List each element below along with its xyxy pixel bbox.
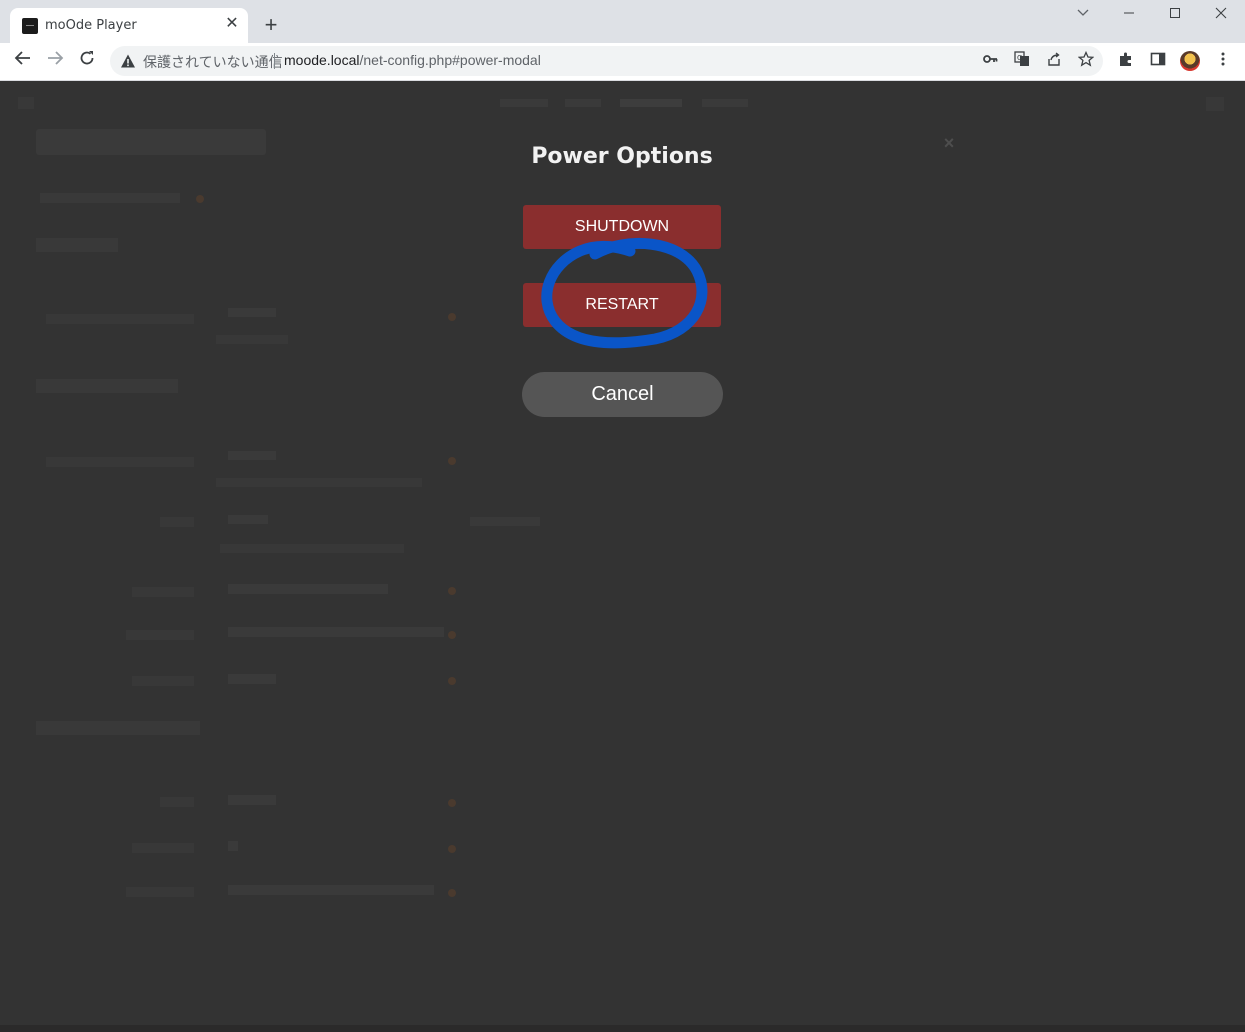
url-host: moode.local: [284, 52, 360, 68]
background-field-value: [228, 795, 276, 805]
background-status-dot: [196, 195, 204, 203]
background-field-value: [228, 841, 238, 851]
background-field-label: [46, 314, 194, 324]
background-menu-icon: [18, 97, 34, 109]
share-icon[interactable]: [1044, 51, 1064, 71]
security-status-label[interactable]: 保護されていない通信: [143, 52, 283, 72]
background-field-hint: [220, 544, 404, 553]
background-settings-icon: [1206, 97, 1224, 111]
background-field-value: [228, 308, 276, 317]
background-nav-item: [565, 99, 601, 107]
svg-text:G: G: [1017, 54, 1022, 62]
background-field-label: [126, 630, 194, 640]
extensions-puzzle-icon[interactable]: [1116, 51, 1136, 71]
url-text[interactable]: moode.local/net-config.php#power-modal: [284, 52, 541, 68]
page-bottom-bar: [0, 1025, 1245, 1032]
background-status-dot: [448, 889, 456, 897]
address-separator: [274, 53, 275, 69]
background-page-title: [36, 129, 266, 155]
background-field-label: [132, 676, 194, 686]
cancel-button[interactable]: Cancel: [522, 372, 723, 417]
browser-toolbar: 保護されていない通信 moode.local/net-config.php#po…: [0, 43, 1245, 81]
forward-icon[interactable]: [43, 49, 67, 73]
tab-title: moOde Player: [45, 18, 137, 33]
key-icon[interactable]: [980, 51, 1000, 71]
background-status-dot: [448, 677, 456, 685]
back-icon[interactable]: [11, 49, 35, 73]
background-field-label: [160, 517, 194, 527]
background-nav-item: [702, 99, 748, 107]
background-field-value: [228, 515, 268, 524]
background-field-label: [132, 587, 194, 597]
modal-title: Power Options: [531, 144, 713, 169]
profile-avatar-icon[interactable]: [1180, 51, 1200, 71]
background-status-dot: [448, 587, 456, 595]
background-field-value: [228, 451, 276, 460]
background-field-label: [126, 887, 194, 897]
background-field-label: [160, 797, 194, 807]
background-field-value: [228, 674, 276, 684]
background-nav-item: [620, 99, 682, 107]
browser-tabstrip: moOde Player ✕ +: [0, 0, 1245, 43]
url-path: /net-config.php#power-modal: [359, 52, 541, 68]
background-field-label: [46, 457, 194, 467]
background-field-label: [132, 843, 194, 853]
background-breadcrumb: [40, 193, 180, 203]
tab-search-chevron-icon[interactable]: [1072, 4, 1094, 26]
background-status-dot: [448, 313, 456, 321]
bookmark-star-icon[interactable]: [1076, 50, 1096, 71]
background-status-dot: [448, 631, 456, 639]
translate-icon[interactable]: G: [1012, 51, 1032, 71]
background-field-hint: [216, 335, 288, 344]
background-link: [470, 517, 540, 526]
modal-close-icon[interactable]: ×: [940, 134, 958, 152]
moode-favicon-icon: [22, 18, 38, 34]
side-panel-icon[interactable]: [1148, 51, 1168, 71]
background-section-heading: [36, 721, 200, 735]
tab-close-icon[interactable]: ✕: [223, 15, 241, 33]
background-field-value: [228, 627, 444, 637]
close-window-icon[interactable]: [1210, 4, 1232, 26]
background-nav-item: [500, 99, 548, 107]
not-secure-warning-icon[interactable]: [120, 53, 136, 69]
background-section-heading: [36, 238, 118, 252]
minimize-icon[interactable]: [1118, 4, 1140, 26]
background-status-dot: [448, 799, 456, 807]
background-field-value: [228, 584, 388, 594]
address-bar[interactable]: 保護されていない通信 moode.local/net-config.php#po…: [110, 46, 1103, 76]
background-section-heading: [36, 379, 178, 393]
restart-button[interactable]: RESTART: [523, 283, 721, 327]
background-field-value: [228, 885, 434, 895]
maximize-icon[interactable]: [1164, 4, 1186, 26]
reload-icon[interactable]: [75, 49, 99, 73]
background-field-hint: [216, 478, 422, 487]
new-tab-button[interactable]: +: [259, 14, 283, 38]
browser-tab-active[interactable]: moOde Player ✕: [10, 8, 248, 43]
page-content: × Power Options SHUTDOWN RESTART Cancel: [0, 81, 1245, 1032]
shutdown-button[interactable]: SHUTDOWN: [523, 205, 721, 249]
menu-kebab-icon[interactable]: [1213, 51, 1233, 71]
background-status-dot: [448, 845, 456, 853]
background-status-dot: [448, 457, 456, 465]
